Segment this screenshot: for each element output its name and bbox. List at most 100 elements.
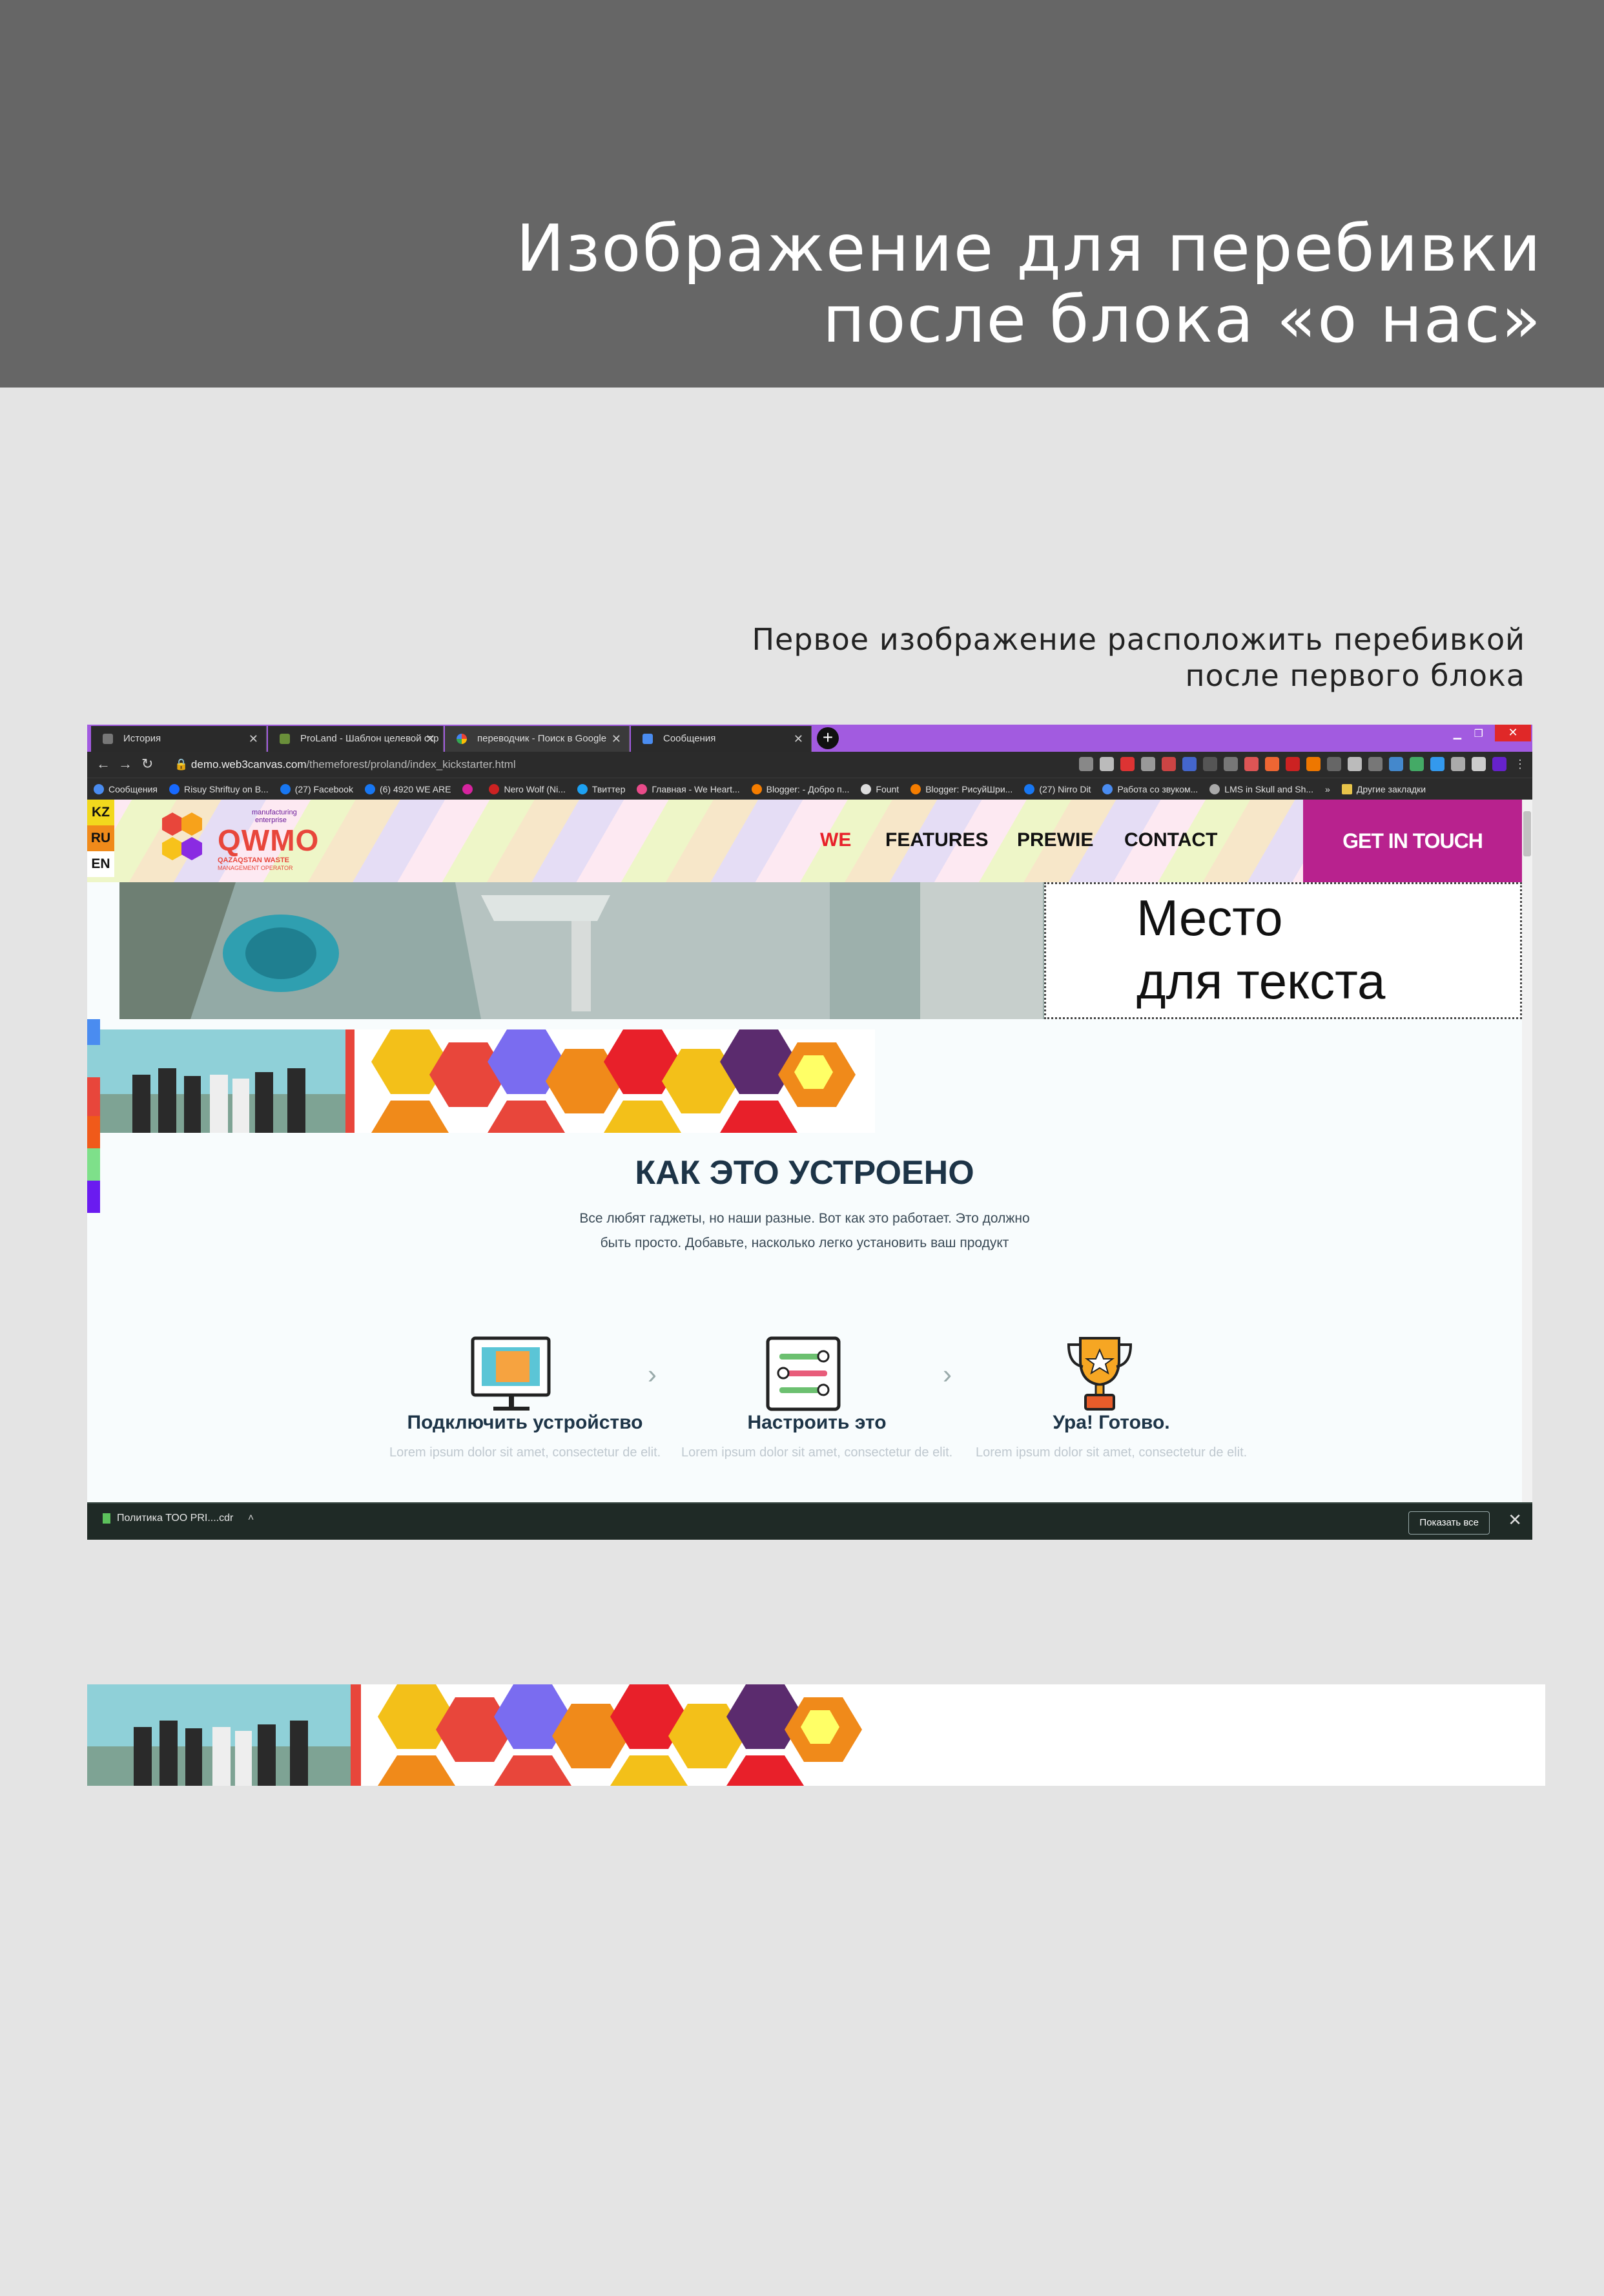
extension-icon[interactable] bbox=[1244, 757, 1259, 771]
nav-we[interactable]: WE bbox=[820, 829, 851, 851]
close-icon[interactable]: ✕ bbox=[426, 726, 435, 752]
extension-icon[interactable] bbox=[1265, 757, 1279, 771]
bookmark-icon bbox=[94, 783, 104, 794]
profile-icon[interactable] bbox=[1492, 757, 1506, 771]
file-icon bbox=[103, 1513, 110, 1524]
extension-icon[interactable] bbox=[1451, 757, 1465, 771]
extension-icon[interactable] bbox=[1430, 757, 1445, 771]
page-title: Изображение для перебивки после блока «о… bbox=[516, 213, 1542, 355]
bookmark-item[interactable]: Работа со звуком... bbox=[1102, 783, 1198, 794]
blogger-icon bbox=[910, 783, 921, 794]
divider-image-preview bbox=[87, 1684, 1545, 1786]
scrollbar-thumb[interactable] bbox=[1523, 811, 1531, 856]
page-scrollbar[interactable] bbox=[1522, 800, 1532, 1502]
bookmark-item[interactable]: Главная - We Heart... bbox=[637, 783, 740, 794]
close-icon[interactable]: ✕ bbox=[612, 726, 621, 752]
bookmark-item[interactable]: Blogger: РисуйШри... bbox=[910, 783, 1013, 794]
url-host: demo.web3canvas.com bbox=[190, 758, 307, 771]
facebook-icon bbox=[364, 783, 375, 794]
url-field[interactable]: 🔒 demo.web3canvas.com/themeforest/prolan… bbox=[174, 755, 1078, 774]
lang-ru[interactable]: RU bbox=[87, 825, 114, 851]
logo-subtitle: QAZAQSTAN WASTE bbox=[218, 856, 290, 864]
chevron-right-icon: › bbox=[648, 1359, 657, 1389]
show-all-button[interactable]: Показать все bbox=[1408, 1511, 1490, 1535]
industrial-photo bbox=[119, 882, 1044, 1019]
bookmark-label: Nero Wolf (Ni... bbox=[504, 783, 566, 794]
bookmark-item[interactable] bbox=[462, 783, 477, 794]
tab-proland[interactable]: ProLand - Шаблон целевой стр ✕ bbox=[268, 726, 444, 752]
bookmark-item[interactable]: (27) Facebook bbox=[280, 783, 353, 794]
minimize-icon[interactable]: ▁ bbox=[1454, 727, 1461, 740]
extension-icon[interactable] bbox=[1162, 757, 1176, 771]
close-icon[interactable]: ✕ bbox=[1508, 1510, 1522, 1530]
note-line: Первое изображение расположить перебивко… bbox=[752, 622, 1525, 657]
bookmark-item[interactable]: (27) Nirro Dit bbox=[1024, 783, 1091, 794]
bookmark-item[interactable]: (6) 4920 WE ARE bbox=[364, 783, 451, 794]
facebook-icon bbox=[1024, 783, 1035, 794]
extension-icon[interactable] bbox=[1182, 757, 1197, 771]
subtitle-line: Все любят гаджеты, но наши разные. Вот к… bbox=[579, 1211, 1030, 1226]
google-icon bbox=[457, 734, 467, 744]
star-icon[interactable] bbox=[1100, 757, 1114, 771]
bookmark-label: (6) 4920 WE ARE bbox=[379, 783, 451, 794]
puzzle-icon[interactable] bbox=[1472, 757, 1486, 771]
extension-icon[interactable] bbox=[1306, 757, 1321, 771]
forward-icon[interactable]: → bbox=[118, 756, 132, 772]
address-bar-row: ← → ↻ 🔒 demo.web3canvas.com/themeforest/… bbox=[87, 752, 1532, 778]
logo-tagline: manufacturing bbox=[252, 809, 297, 816]
extension-icon[interactable] bbox=[1348, 757, 1362, 771]
bookmark-item[interactable]: Сообщения bbox=[94, 783, 158, 794]
reload-icon[interactable]: ↻ bbox=[141, 756, 153, 772]
extension-icon[interactable] bbox=[1389, 757, 1403, 771]
download-icon[interactable] bbox=[1141, 757, 1155, 771]
lang-kz[interactable]: KZ bbox=[87, 800, 114, 825]
extension-icon[interactable] bbox=[1286, 757, 1300, 771]
extension-icon[interactable] bbox=[1410, 757, 1424, 771]
nav-features[interactable]: FEATURES bbox=[885, 829, 988, 851]
close-icon[interactable]: ✕ bbox=[794, 726, 803, 752]
get-in-touch-button[interactable]: GET IN TOUCH bbox=[1303, 800, 1522, 882]
extension-icon[interactable] bbox=[1368, 757, 1383, 771]
subtitle-line: быть просто. Добавьте, насколько легко у… bbox=[600, 1236, 1009, 1250]
bookmark-label: Работа со звуком... bbox=[1117, 783, 1198, 794]
nav-contact[interactable]: CONTACT bbox=[1124, 829, 1217, 851]
facebook-icon bbox=[280, 783, 291, 794]
bookmark-item[interactable]: Fount bbox=[861, 783, 899, 794]
extension-icon[interactable] bbox=[1120, 757, 1135, 771]
translate-icon[interactable] bbox=[1079, 757, 1093, 771]
extension-icon[interactable] bbox=[1327, 757, 1341, 771]
note-line: после первого блока bbox=[1185, 658, 1525, 693]
close-icon[interactable]: ✕ bbox=[249, 726, 258, 752]
bookmark-label: Сообщения bbox=[108, 783, 158, 794]
bookmarks-overflow[interactable]: » bbox=[1325, 784, 1330, 794]
page-title-line: после блока «о нас» bbox=[823, 282, 1542, 357]
new-tab-button[interactable]: + bbox=[817, 727, 839, 749]
bookmark-item[interactable]: Blogger: - Добро п... bbox=[751, 783, 849, 794]
chevron-up-icon[interactable]: ˄ bbox=[248, 1513, 254, 1524]
proland-icon bbox=[280, 734, 290, 744]
bookmark-label: Risuy Shriftuy on B... bbox=[183, 783, 269, 794]
back-icon[interactable]: ← bbox=[96, 756, 110, 772]
extension-icon[interactable] bbox=[1224, 757, 1238, 771]
extension-icon[interactable] bbox=[1203, 757, 1217, 771]
bookmark-item[interactable]: Твиттер bbox=[577, 783, 625, 794]
tab-label: Сообщения bbox=[663, 733, 716, 744]
download-item[interactable]: Политика ТОО PRI....cdr ˄ bbox=[103, 1513, 254, 1524]
feature-title: Ура! Готово. bbox=[1053, 1412, 1170, 1433]
bookmark-item[interactable]: Nero Wolf (Ni... bbox=[489, 783, 566, 794]
bookmark-item[interactable]: Risuy Shriftuy on B... bbox=[169, 783, 269, 794]
other-bookmarks[interactable]: Другие закладки bbox=[1341, 783, 1426, 794]
restore-icon[interactable]: ❐ bbox=[1474, 727, 1483, 740]
bookmark-item[interactable]: LMS in Skull and Sh... bbox=[1209, 783, 1313, 794]
tab-history[interactable]: История ✕ bbox=[91, 726, 267, 752]
bookmark-icon bbox=[1102, 783, 1113, 794]
nav-prewie[interactable]: PREWIE bbox=[1017, 829, 1093, 851]
logo-wordmark: QWMO bbox=[218, 823, 320, 857]
tab-messages[interactable]: Сообщения ✕ bbox=[631, 726, 812, 752]
lang-en[interactable]: EN bbox=[87, 851, 114, 877]
bookmark-label: » bbox=[1325, 783, 1330, 794]
site-logo[interactable]: manufacturing enterprise QWMO QAZAQSTAN … bbox=[158, 807, 318, 872]
menu-icon[interactable]: ⋮ bbox=[1513, 757, 1527, 771]
tab-google[interactable]: переводчик - Поиск в Google ✕ bbox=[445, 726, 630, 752]
window-close-button[interactable]: ✕ bbox=[1495, 725, 1531, 741]
